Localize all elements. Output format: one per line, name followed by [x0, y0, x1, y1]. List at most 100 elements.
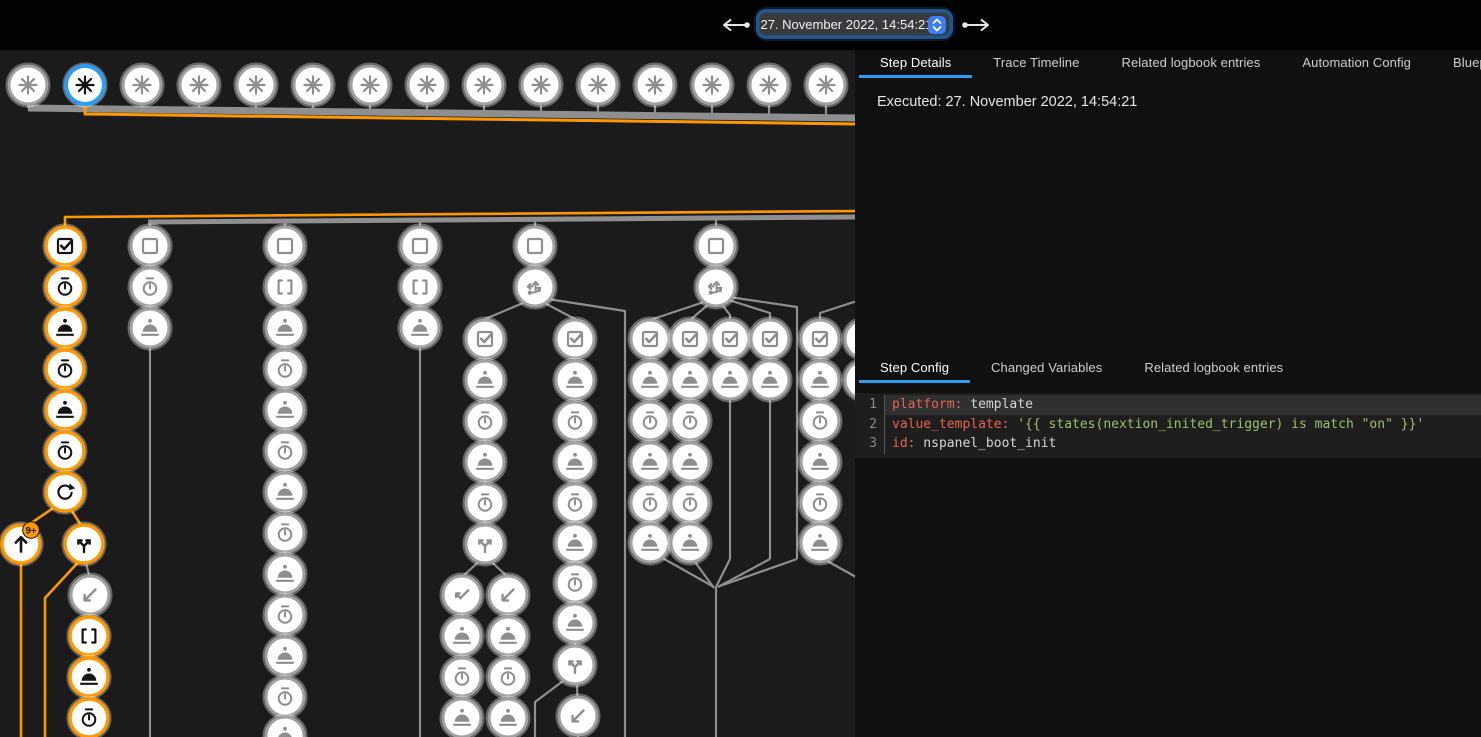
- tab-trace-timeline[interactable]: Trace Timeline: [972, 50, 1100, 78]
- trace-node-timer[interactable]: [629, 482, 672, 525]
- trace-selector[interactable]: 27. November 2022, 14:54:21: [759, 12, 950, 36]
- trace-node-timer[interactable]: [264, 348, 307, 391]
- trace-node-asterisk[interactable]: [178, 64, 221, 107]
- trace-node-bell[interactable]: [554, 359, 597, 402]
- trace-node-bell[interactable]: [799, 522, 842, 565]
- trace-node-timer[interactable]: [264, 676, 307, 719]
- tab-automation-config[interactable]: Automation Config: [1281, 50, 1432, 78]
- trace-node-refresh[interactable]: [44, 471, 87, 514]
- trace-node-timer[interactable]: [129, 266, 172, 309]
- trace-node-bell[interactable]: [629, 441, 672, 484]
- trace-node-checkbox[interactable]: [464, 318, 507, 361]
- trace-node-bell[interactable]: [487, 615, 530, 658]
- trace-node-timer[interactable]: [487, 656, 530, 699]
- trace-node-asterisk[interactable]: [121, 64, 164, 107]
- trace-node-bell[interactable]: [843, 359, 856, 402]
- trace-node-checkbox[interactable]: [44, 225, 87, 268]
- trace-node-timer[interactable]: [464, 482, 507, 525]
- trace-node-bell[interactable]: [464, 441, 507, 484]
- tab-step-details[interactable]: Step Details: [859, 50, 972, 78]
- trace-node-bell[interactable]: [554, 522, 597, 565]
- trace-node-square[interactable]: [514, 225, 557, 268]
- trace-node-bell[interactable]: [799, 359, 842, 402]
- trace-node-arrowbl[interactable]: [487, 574, 530, 617]
- trace-node-checkbox[interactable]: [669, 318, 712, 361]
- trace-node-asterisk[interactable]: [805, 64, 848, 107]
- trace-node-checkbox[interactable]: [629, 318, 672, 361]
- previous-trace-button[interactable]: [718, 15, 752, 35]
- trace-node-bell[interactable]: [487, 697, 530, 737]
- trace-graph[interactable]: 9+: [0, 50, 855, 737]
- code-line-1[interactable]: 1platform: template: [855, 395, 1481, 415]
- trace-node-asterisk[interactable]: [235, 64, 278, 107]
- trace-node-bell[interactable]: [464, 359, 507, 402]
- trace-node-timer[interactable]: [629, 400, 672, 443]
- trace-node-square[interactable]: [264, 225, 307, 268]
- trace-node-arrowup[interactable]: 9+: [0, 522, 43, 566]
- step-config-editor[interactable]: 1platform: template2value_template: '{{ …: [855, 393, 1481, 458]
- trace-node-bell[interactable]: [264, 307, 307, 350]
- trace-node-checkbox[interactable]: [799, 318, 842, 361]
- tab-related-logbook-entries[interactable]: Related logbook entries: [1123, 355, 1304, 383]
- trace-node-timer[interactable]: [554, 562, 597, 605]
- trace-node-asterisk[interactable]: [691, 64, 734, 107]
- trace-node-checkbox[interactable]: [709, 318, 752, 361]
- trace-node-timer[interactable]: [799, 482, 842, 525]
- trace-node-arrowbl[interactable]: [557, 695, 600, 737]
- trace-node-brackets[interactable]: [399, 266, 442, 309]
- trace-node-arrowbl[interactable]: [69, 574, 112, 617]
- trace-node-timer[interactable]: [554, 400, 597, 443]
- trace-node-timer[interactable]: [441, 656, 484, 699]
- trace-node-bell[interactable]: [68, 656, 111, 699]
- code-line-2[interactable]: 2value_template: '{{ states(nextion_init…: [855, 415, 1481, 435]
- trace-node-asterisk[interactable]: [292, 64, 335, 107]
- trace-node-bell[interactable]: [669, 441, 712, 484]
- trace-node-square[interactable]: [695, 225, 738, 268]
- trace-node-bell[interactable]: [629, 359, 672, 402]
- tab-related-logbook-entries[interactable]: Related logbook entries: [1100, 50, 1281, 78]
- trace-node-checkbox[interactable]: [843, 318, 856, 361]
- trace-node-split[interactable]: [554, 644, 597, 687]
- trace-node-asterisk[interactable]: [520, 64, 563, 107]
- trace-node-timer[interactable]: [669, 400, 712, 443]
- trace-node-timer[interactable]: [44, 430, 87, 473]
- trace-node-bell[interactable]: [264, 471, 307, 514]
- trace-node-decision[interactable]: [514, 266, 557, 309]
- trace-node-bell[interactable]: [264, 553, 307, 596]
- trace-node-timer[interactable]: [44, 266, 87, 309]
- trace-node-bell[interactable]: [44, 389, 87, 432]
- trace-node-bell[interactable]: [129, 307, 172, 350]
- trace-node-brackets[interactable]: [264, 266, 307, 309]
- trace-node-timer[interactable]: [264, 512, 307, 555]
- trace-node-bell[interactable]: [709, 359, 752, 402]
- trace-node-asterisk[interactable]: [349, 64, 392, 107]
- trace-node-brackets[interactable]: [68, 615, 111, 658]
- trace-node-checkbox[interactable]: [749, 318, 792, 361]
- trace-node-asterisk[interactable]: [406, 64, 449, 107]
- trace-node-checkarrow[interactable]: [441, 574, 484, 617]
- trace-node-timer[interactable]: [799, 400, 842, 443]
- trace-node-bell[interactable]: [264, 635, 307, 678]
- trace-node-square[interactable]: [399, 225, 442, 268]
- trace-node-bell[interactable]: [441, 615, 484, 658]
- next-trace-button[interactable]: [960, 15, 994, 35]
- trace-node-checkbox[interactable]: [554, 318, 597, 361]
- trace-node-bell[interactable]: [669, 522, 712, 565]
- trace-node-timer[interactable]: [264, 430, 307, 473]
- trace-node-bell[interactable]: [554, 441, 597, 484]
- trace-node-timer[interactable]: [264, 594, 307, 637]
- trace-node-bell[interactable]: [749, 359, 792, 402]
- trace-node-asterisk[interactable]: [64, 64, 107, 107]
- trace-node-square[interactable]: [129, 225, 172, 268]
- trace-node-timer[interactable]: [669, 482, 712, 525]
- trace-node-bell[interactable]: [554, 602, 597, 645]
- trace-node-bell[interactable]: [799, 441, 842, 484]
- trace-node-asterisk[interactable]: [7, 64, 50, 107]
- tab-step-config[interactable]: Step Config: [859, 355, 970, 383]
- trace-node-timer[interactable]: [68, 697, 111, 737]
- trace-node-bell[interactable]: [669, 359, 712, 402]
- trace-node-timer[interactable]: [464, 400, 507, 443]
- trace-node-asterisk[interactable]: [748, 64, 791, 107]
- code-line-3[interactable]: 3id: nspanel_boot_init: [855, 434, 1481, 454]
- trace-node-split[interactable]: [63, 523, 106, 566]
